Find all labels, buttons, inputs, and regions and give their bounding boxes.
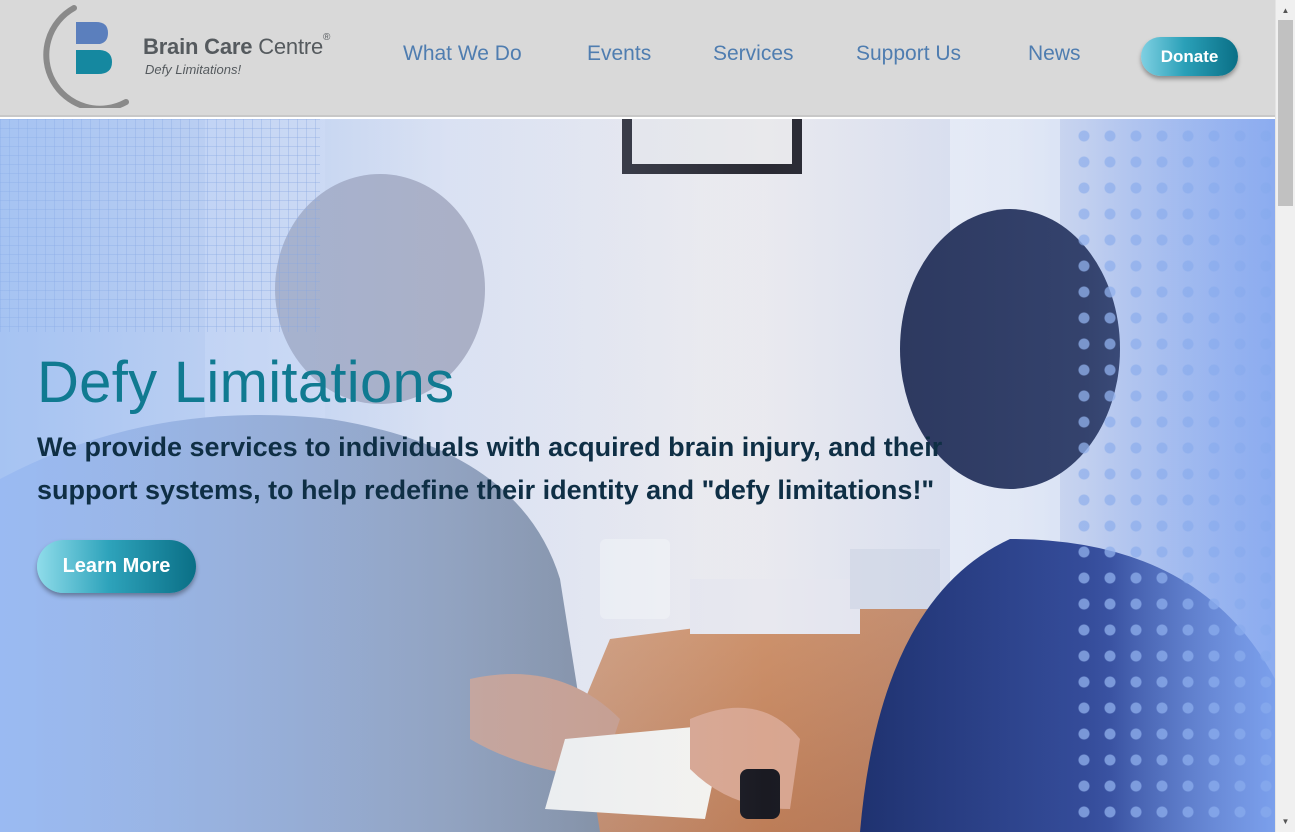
- donate-button[interactable]: Donate: [1141, 37, 1238, 76]
- page-scrollbar[interactable]: ▲ ▼: [1275, 0, 1295, 832]
- scrollbar-thumb[interactable]: [1278, 20, 1293, 206]
- nav-services[interactable]: Services: [713, 42, 794, 66]
- hero-subtitle: We provide services to individuals with …: [37, 432, 943, 505]
- brand-name: Brain Care Centre®: [143, 32, 331, 60]
- nav-events[interactable]: Events: [587, 42, 651, 66]
- hero-section: Defy Limitations We provide services to …: [0, 119, 1275, 832]
- brand-name-bold: Brain Care: [143, 34, 253, 59]
- brain-care-logo-icon: [43, 5, 129, 108]
- scroll-up-arrow-icon[interactable]: ▲: [1276, 2, 1295, 19]
- learn-more-button[interactable]: Learn More: [37, 540, 196, 593]
- site-header: Brain Care Centre® Defy Limitations! Wha…: [0, 0, 1275, 117]
- scroll-down-arrow-icon[interactable]: ▼: [1276, 813, 1295, 830]
- site-logo[interactable]: Brain Care Centre® Defy Limitations!: [34, 4, 364, 108]
- brand-tagline: Defy Limitations!: [145, 62, 242, 77]
- hero-title: Defy Limitations: [37, 350, 455, 415]
- nav-support-us[interactable]: Support Us: [856, 42, 961, 66]
- registered-mark: ®: [323, 32, 331, 43]
- nav-what-we-do[interactable]: What We Do: [403, 42, 522, 66]
- nav-news[interactable]: News: [1028, 42, 1081, 66]
- brand-name-light: Centre: [258, 34, 324, 59]
